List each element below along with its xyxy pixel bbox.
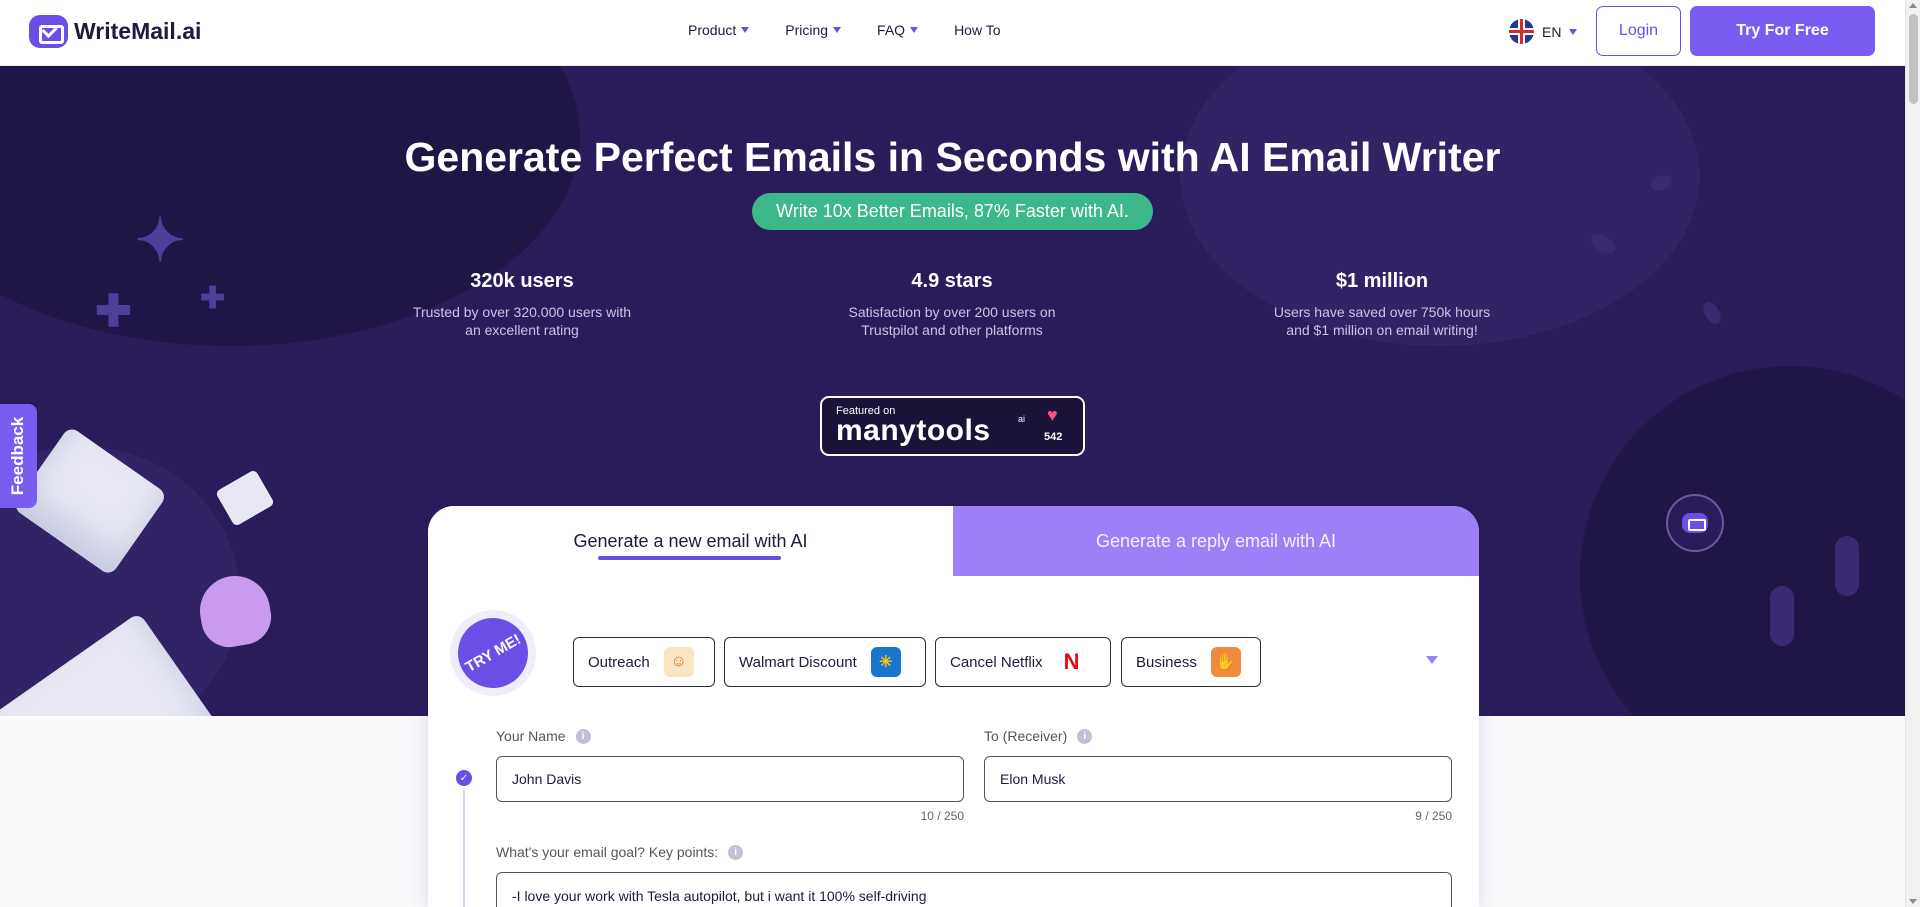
language-selector[interactable]: EN [1509, 19, 1578, 44]
receiver-counter: 9 / 250 [1415, 809, 1452, 823]
walmart-icon: ✳ [870, 647, 901, 677]
leaf-shape [1699, 299, 1725, 327]
email-goal-label: What's your email goal? Key points: i [496, 844, 744, 860]
nav-faq-label: FAQ [877, 22, 906, 38]
feedback-tab[interactable]: Feedback [0, 404, 37, 508]
stat-stars: 4.9 stars Satisfaction by over 200 users… [842, 270, 1062, 339]
field-label: To (Receiver) [984, 728, 1068, 744]
caret-down-icon [833, 27, 842, 33]
stat-users: 320k users Trusted by over 320.000 users… [412, 270, 632, 339]
leaf-shape [1770, 586, 1794, 646]
field-label: What's your email goal? Key points: [496, 844, 719, 860]
tab-reply-email-label: Generate a reply email with AI [1095, 530, 1337, 551]
field-label: Your Name [496, 728, 566, 744]
nav-how-to[interactable]: How To [954, 22, 1000, 38]
manytools-count: 542 [1044, 431, 1063, 443]
info-icon[interactable]: i [1077, 728, 1093, 744]
preset-label: Business [1136, 653, 1197, 671]
stat-value: $1 million [1335, 270, 1429, 292]
page: WriteMail.ai Product Pricing FAQ How To … [0, 0, 1905, 907]
nav-faq[interactable]: FAQ [877, 22, 919, 38]
active-tab-underline [598, 556, 781, 560]
nav-product-label: Product [688, 22, 737, 38]
person-icon: ☺ [663, 647, 694, 677]
sparkle-icon: ✚ [95, 287, 132, 336]
scroll-up-arrow[interactable] [1909, 3, 1917, 8]
preset-cancel-netflix[interactable]: Cancel Netflix N [935, 637, 1111, 687]
heart-icon: ♥ [1047, 405, 1058, 425]
caret-down-icon [1569, 28, 1578, 35]
stat-savings: $1 million Users have saved over 750k ho… [1272, 270, 1492, 339]
nav-product[interactable]: Product [688, 22, 750, 38]
login-button[interactable]: Login [1596, 6, 1681, 56]
stat-description: Satisfaction by over 200 users on Trustp… [848, 304, 1056, 338]
nav-pricing-label: Pricing [785, 22, 829, 38]
your-name-label: Your Name i [496, 728, 591, 744]
manytools-name: manytools [836, 414, 991, 447]
caret-down-icon [741, 27, 750, 33]
logo[interactable]: WriteMail.ai [29, 15, 201, 48]
feedback-label: Feedback [8, 416, 28, 496]
tab-new-email[interactable]: Generate a new email with AI [428, 506, 953, 576]
envelope-illustration [215, 469, 275, 527]
receiver-input[interactable]: Elon Musk [984, 756, 1452, 802]
info-icon[interactable]: i [728, 844, 744, 860]
caret-down-icon [910, 27, 919, 33]
nav-how-to-label: How To [954, 22, 1001, 38]
writemail-float-icon[interactable] [1666, 494, 1724, 552]
scrollbar-thumb[interactable] [1909, 14, 1918, 104]
tab-new-email-label: Generate a new email with AI [573, 530, 808, 551]
preset-outreach[interactable]: Outreach ☺ [573, 637, 715, 687]
stat-description: Users have saved over 750k hours and $1 … [1273, 304, 1491, 338]
language-label: EN [1542, 23, 1562, 40]
preset-business[interactable]: Business ✋ [1121, 637, 1261, 687]
handshake-icon: ✋ [1210, 647, 1241, 677]
stat-value: 320k users [470, 270, 574, 292]
hero-title: Generate Perfect Emails in Seconds with … [404, 134, 1501, 180]
tab-reply-email[interactable]: Generate a reply email with AI [953, 506, 1479, 576]
preset-label: Cancel Netflix [950, 653, 1043, 671]
netflix-icon: N [1056, 647, 1087, 677]
nav-pricing[interactable]: Pricing [785, 22, 842, 38]
main-nav: Product Pricing FAQ How To [688, 22, 1001, 38]
mail-icon [1682, 513, 1708, 533]
preset-label: Outreach [588, 653, 650, 671]
info-icon[interactable]: i [575, 728, 591, 744]
preset-label: Walmart Discount [739, 653, 857, 671]
stat-description: Trusted by over 320.000 users with an ex… [412, 304, 632, 338]
leaf-shape [1835, 536, 1859, 596]
logo-text: WriteMail.ai [74, 18, 202, 44]
scroll-down-arrow[interactable] [1909, 899, 1917, 904]
chevron-down-icon[interactable] [1426, 656, 1438, 664]
try-for-free-button[interactable]: Try For Free [1690, 6, 1875, 56]
page-scrollbar[interactable] [1905, 0, 1920, 907]
your-name-counter: 10 / 250 [920, 809, 964, 823]
try-me-badge: TRY ME! [445, 605, 541, 701]
step-check-icon: ✓ [456, 770, 472, 786]
receiver-label: To (Receiver) i [984, 728, 1093, 744]
step-line [463, 790, 465, 907]
uk-flag-icon [1509, 19, 1534, 44]
logo-mail-icon [29, 15, 68, 48]
sparkle-icon: ✚ [200, 282, 226, 315]
your-name-input[interactable]: John Davis [496, 756, 964, 802]
preset-walmart-discount[interactable]: Walmart Discount ✳ [724, 637, 926, 687]
manytools-ai: ai [1018, 414, 1026, 424]
email-generator-card: Generate a new email with AI Generate a … [428, 506, 1479, 907]
hero-tagline-pill: Write 10x Better Emails, 87% Faster with… [752, 193, 1153, 230]
stat-value: 4.9 stars [911, 270, 993, 292]
email-goal-textarea[interactable]: -I love your work with Tesla autopilot, … [496, 872, 1452, 907]
sparkle-icon: ✦ [135, 207, 186, 274]
manytools-badge[interactable]: Featured on manytools ai ♥ 542 [820, 396, 1085, 456]
top-navbar: WriteMail.ai Product Pricing FAQ How To … [0, 0, 1905, 66]
